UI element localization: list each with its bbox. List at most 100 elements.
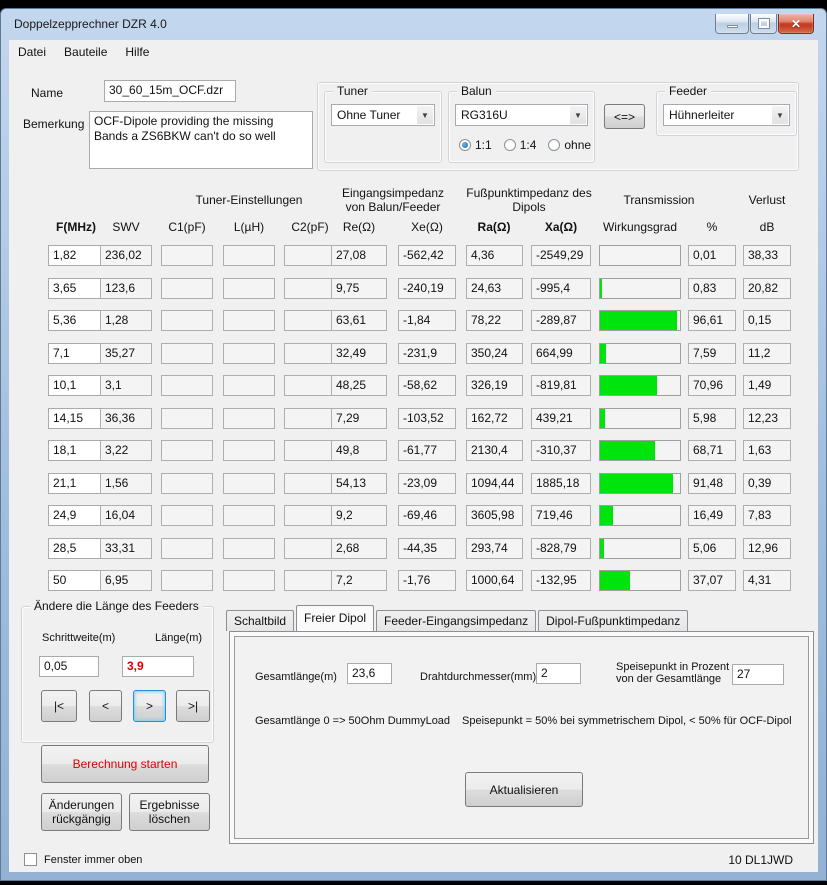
- fenster-immer-oben-checkbox[interactable]: [24, 853, 37, 866]
- c2-cell: [284, 570, 336, 591]
- column-header-0: F(MHz): [56, 220, 96, 234]
- c2-cell: [284, 505, 336, 526]
- dropdown-arrow-icon: ▼: [772, 106, 788, 124]
- hint-gesamtlaenge: Gesamtlänge 0 => 50Ohm DummyLoad: [255, 715, 450, 727]
- dropdown-arrow-icon: ▼: [417, 106, 433, 124]
- xe-cell: -1,76: [398, 570, 456, 591]
- re-cell: 48,25: [331, 375, 387, 396]
- freier-dipol-inner-panel: Gesamtlänge(m) 23,6 Drahtdurchmesser(mm)…: [234, 636, 809, 839]
- swv-cell: 35,27: [100, 343, 152, 364]
- column-header-6: Xe(Ω): [411, 220, 443, 234]
- balun-radio-1-4[interactable]: 1:4: [504, 138, 537, 152]
- maximize-button[interactable]: [750, 14, 777, 34]
- fenster-immer-oben-label: Fenster immer oben: [44, 854, 142, 866]
- wirkungsgrad-bar-fill: [600, 539, 604, 558]
- menu-datei[interactable]: Datei: [9, 40, 55, 64]
- swv-cell: 3,1: [100, 375, 152, 396]
- freq-input[interactable]: 21,1: [48, 473, 104, 494]
- berechnung-starten-button[interactable]: Berechnung starten: [41, 745, 209, 783]
- db-cell: 11,2: [743, 343, 791, 364]
- balun-select[interactable]: RG316U ▼: [455, 104, 588, 126]
- swap-button[interactable]: <=>: [604, 104, 645, 129]
- wirkungsgrad-bar: [599, 245, 681, 266]
- ra-cell: 326,19: [466, 375, 523, 396]
- freq-input[interactable]: 28,5: [48, 538, 104, 559]
- aenderungen-rueckgaengig-button[interactable]: Änderungen rückgängig: [41, 793, 122, 831]
- xa-cell: -132,95: [531, 570, 591, 591]
- l-cell: [223, 310, 275, 331]
- xa-cell: -310,37: [531, 440, 591, 461]
- l-cell: [223, 440, 275, 461]
- l-cell: [223, 278, 275, 299]
- laenge-input[interactable]: 3,9: [122, 656, 194, 677]
- bemerkung-input[interactable]: OCF-Dipole providing the missing Bands a…: [89, 111, 313, 169]
- gesamtlaenge-label: Gesamtlänge(m): [255, 671, 337, 683]
- aktualisieren-button[interactable]: Aktualisieren: [465, 772, 583, 807]
- re-cell: 49,8: [331, 440, 387, 461]
- freq-input[interactable]: 5,36: [48, 310, 104, 331]
- maximize-icon: [759, 19, 769, 28]
- laenge-label: Länge(m): [155, 632, 202, 644]
- name-input[interactable]: 30_60_15m_OCF.dzr: [104, 80, 236, 102]
- freq-input[interactable]: 24,9: [48, 505, 104, 526]
- tuner-select[interactable]: Ohne Tuner ▼: [331, 104, 435, 126]
- c2-cell: [284, 343, 336, 364]
- radio-label: ohne: [564, 138, 591, 152]
- column-header-11: dB: [760, 220, 775, 234]
- schrittweite-input[interactable]: 0,05: [39, 656, 99, 677]
- column-header-8: Xa(Ω): [545, 220, 577, 234]
- c1-cell: [161, 310, 213, 331]
- c2-cell: [284, 375, 336, 396]
- feeder-nav-button-next[interactable]: >: [133, 690, 166, 722]
- pct-cell: 96,61: [688, 310, 736, 331]
- wirkungsgrad-bar: [599, 505, 681, 526]
- column-header-5: Re(Ω): [343, 220, 375, 234]
- freq-input[interactable]: 18,1: [48, 440, 104, 461]
- menu-bauteile[interactable]: Bauteile: [55, 40, 116, 64]
- column-header-9: Wirkungsgrad: [603, 220, 677, 234]
- column-header-10: %: [707, 220, 718, 234]
- feeder-nav-button-last[interactable]: >|: [176, 690, 210, 722]
- wirkungsgrad-bar-fill: [600, 311, 677, 330]
- l-cell: [223, 408, 275, 429]
- db-cell: 1,63: [743, 440, 791, 461]
- freq-input[interactable]: 14,15: [48, 408, 104, 429]
- tab-freier-dipol[interactable]: Freier Dipol: [296, 605, 374, 631]
- freq-input[interactable]: 1,82: [48, 245, 104, 266]
- feeder-nav-button-first[interactable]: |<: [41, 690, 77, 722]
- tuner-group: Tuner: [324, 91, 442, 163]
- menu-hilfe[interactable]: Hilfe: [116, 40, 158, 64]
- window-controls: ✕: [714, 14, 814, 34]
- freq-input[interactable]: 10,1: [48, 375, 104, 396]
- wirkungsgrad-bar: [599, 473, 681, 494]
- minimize-button[interactable]: [715, 14, 749, 34]
- swv-cell: 123,6: [100, 278, 152, 299]
- balun-radio-1-1[interactable]: 1:1: [459, 138, 492, 152]
- tab-feeder-eingangsimpedanz[interactable]: Feeder-Eingangsimpedanz: [376, 610, 536, 631]
- ergebnisse-loeschen-button[interactable]: Ergebnisse löschen: [129, 793, 210, 831]
- dropdown-arrow-icon: ▼: [570, 106, 586, 124]
- xa-cell: -289,87: [531, 310, 591, 331]
- freq-input[interactable]: 50: [48, 570, 104, 591]
- swv-cell: 36,36: [100, 408, 152, 429]
- column-header-3: L(µH): [234, 220, 264, 234]
- freq-input[interactable]: 7,1: [48, 343, 104, 364]
- titlebar: Doppelzepprechner DZR 4.0 ✕: [1, 9, 826, 40]
- radio-label: 1:1: [475, 138, 492, 152]
- balun-radio-ohne[interactable]: ohne: [548, 138, 591, 152]
- wirkungsgrad-bar-fill: [600, 441, 655, 460]
- feeder-select[interactable]: Hühnerleiter ▼: [663, 104, 790, 126]
- feeder-length-caption: Ändere die Länge des Feeders: [30, 599, 203, 613]
- tab-schaltbild[interactable]: Schaltbild: [226, 610, 294, 631]
- freq-input[interactable]: 3,65: [48, 278, 104, 299]
- wirkungsgrad-bar-fill: [600, 506, 613, 525]
- close-button[interactable]: ✕: [778, 14, 814, 34]
- tab-dipol-fu-punktimpedanz[interactable]: Dipol-Fußpunktimpedanz: [538, 610, 688, 631]
- drahtdurchmesser-input[interactable]: 2: [536, 663, 581, 684]
- wirkungsgrad-bar-fill: [600, 409, 605, 428]
- gesamtlaenge-input[interactable]: 23,6: [347, 663, 392, 684]
- feeder-label: Feeder: [665, 84, 711, 98]
- speisepunkt-input[interactable]: 27: [732, 664, 784, 685]
- menubar: DateiBauteileHilfe: [9, 40, 818, 66]
- feeder-nav-button-prev[interactable]: <: [89, 690, 122, 722]
